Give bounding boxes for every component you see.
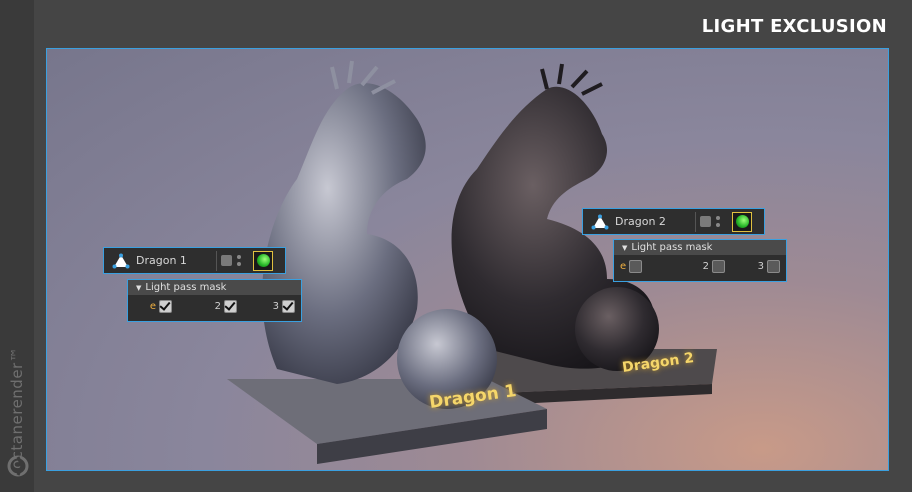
mask-row: e 2 3 xyxy=(614,255,786,277)
mask-label: 3 xyxy=(272,300,279,312)
mask-item-2[interactable]: 2 xyxy=(172,299,237,313)
divider xyxy=(216,250,217,271)
mask-label: 2 xyxy=(214,300,221,312)
mask-item-e[interactable]: e xyxy=(134,299,172,313)
mask-row: e 2 3 xyxy=(128,295,301,317)
collapse-arrow-icon: ▼ xyxy=(136,283,142,292)
mask-checkbox[interactable] xyxy=(767,259,780,273)
mask-checkbox[interactable] xyxy=(282,299,295,313)
mask-checkbox[interactable] xyxy=(159,299,172,313)
octane-object-tag-icon[interactable] xyxy=(253,250,273,271)
sidebar: octanerender™ xyxy=(0,0,34,492)
divider xyxy=(695,211,696,232)
collapse-arrow-icon: ▼ xyxy=(622,243,628,252)
light-pass-mask-panel-dragon-1: ▼ Light pass mask e 2 3 xyxy=(127,279,302,322)
object-node-dragon-1[interactable]: Dragon 1 xyxy=(103,247,286,274)
mask-item-2[interactable]: 2 xyxy=(650,259,725,273)
mask-label: 3 xyxy=(757,260,764,272)
triangle-object-icon xyxy=(112,253,130,268)
node-name[interactable]: Dragon 1 xyxy=(136,254,212,267)
node-name[interactable]: Dragon 2 xyxy=(615,215,691,228)
mask-checkbox[interactable] xyxy=(629,259,643,273)
render-toggle-dots[interactable] xyxy=(716,216,720,227)
mask-item-e[interactable]: e xyxy=(620,259,650,273)
mask-item-3[interactable]: 3 xyxy=(237,299,295,313)
mask-checkbox[interactable] xyxy=(224,299,237,313)
object-node-dragon-2[interactable]: Dragon 2 xyxy=(582,208,765,235)
mask-header[interactable]: ▼ Light pass mask xyxy=(614,240,786,255)
mask-title: Light pass mask xyxy=(631,242,713,253)
triangle-object-icon xyxy=(591,214,609,229)
mask-label: e xyxy=(620,260,627,272)
page-title: LIGHT EXCLUSION xyxy=(701,16,887,37)
visibility-toggle[interactable] xyxy=(221,255,232,266)
light-pass-mask-panel-dragon-2: ▼ Light pass mask e 2 3 xyxy=(613,239,787,282)
mask-label: e xyxy=(149,300,156,312)
mask-header[interactable]: ▼ Light pass mask xyxy=(128,280,301,295)
octane-object-tag-icon[interactable] xyxy=(732,211,752,232)
mask-item-3[interactable]: 3 xyxy=(725,259,780,273)
render-toggle-dots[interactable] xyxy=(237,255,241,266)
octane-logo-icon xyxy=(7,455,29,477)
visibility-toggle[interactable] xyxy=(700,216,711,227)
mask-label: 2 xyxy=(702,260,709,272)
mask-title: Light pass mask xyxy=(145,282,227,293)
brand-wordmark: octanerender™ xyxy=(8,346,26,469)
mask-checkbox[interactable] xyxy=(712,259,725,273)
